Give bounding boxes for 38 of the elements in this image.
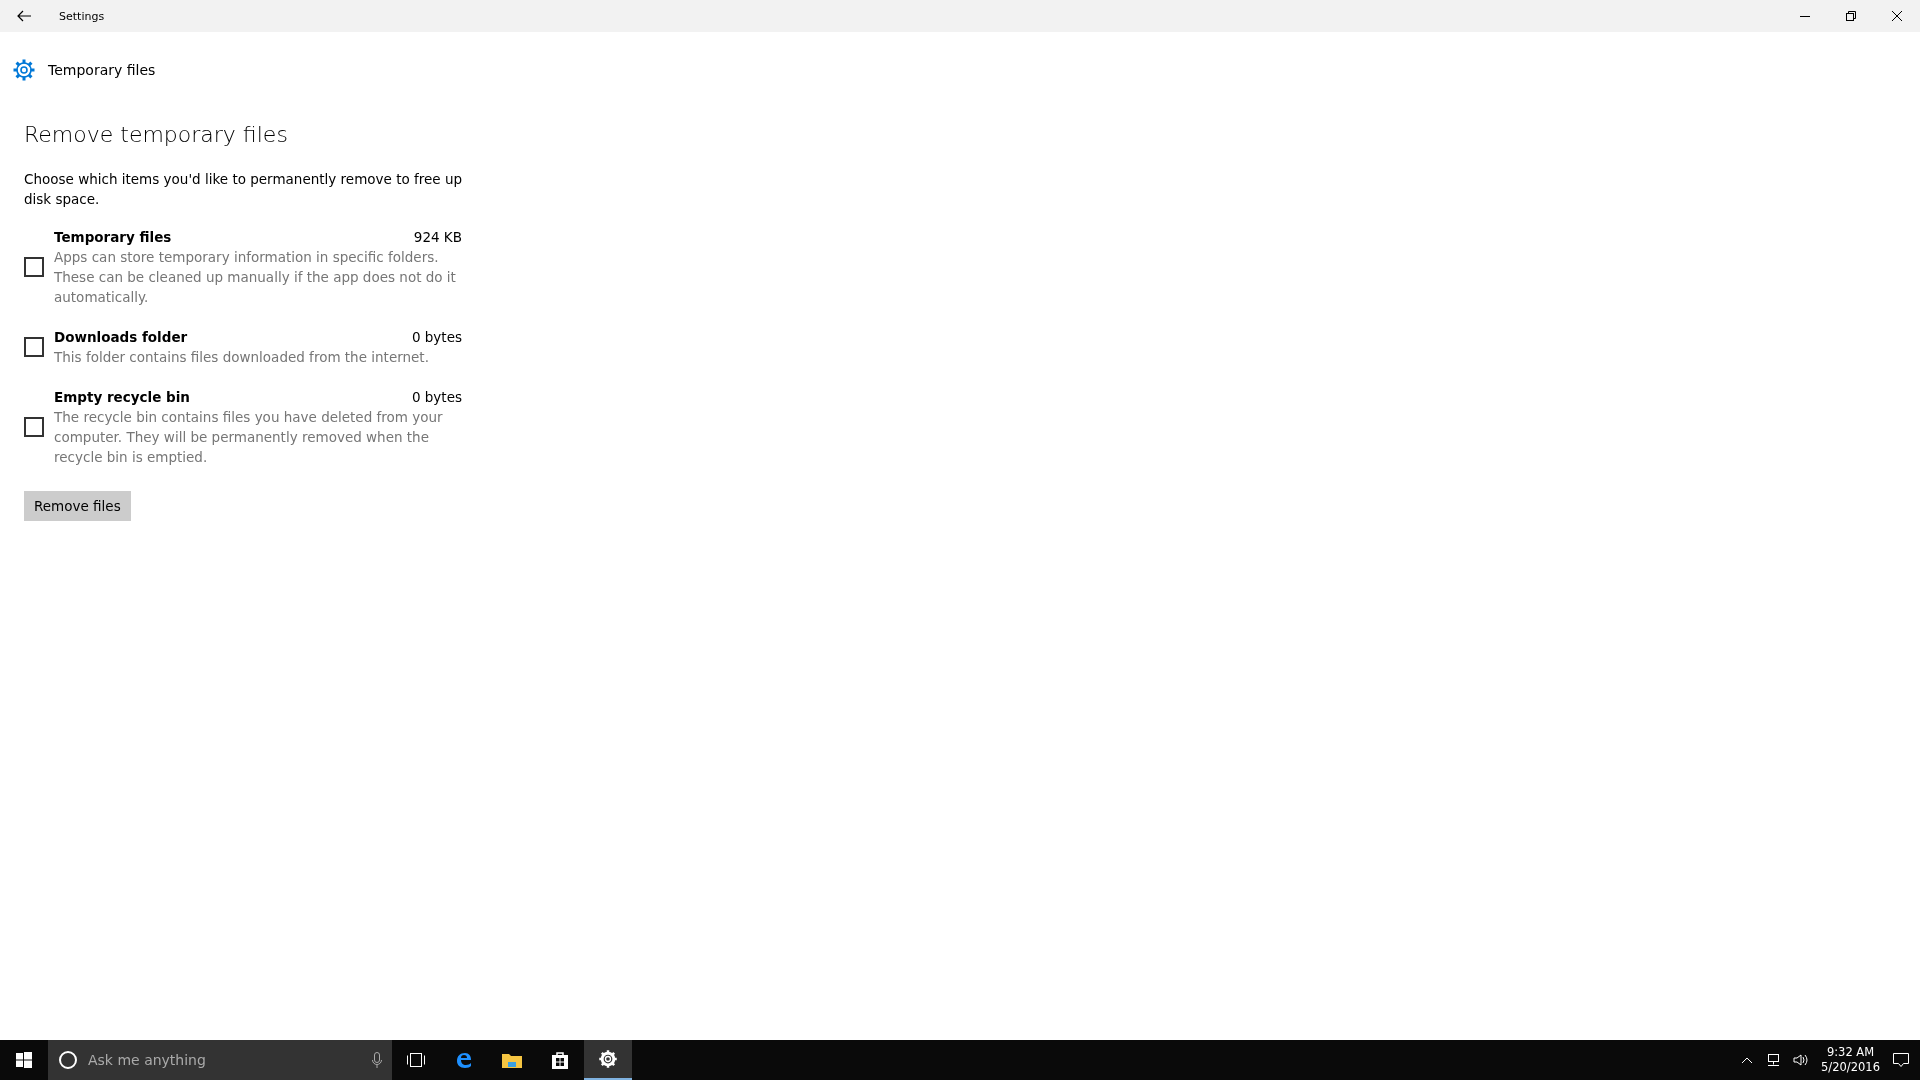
page-title: Temporary files bbox=[48, 62, 156, 78]
item-size: 924 KB bbox=[413, 228, 462, 247]
gear-icon bbox=[598, 1049, 618, 1069]
chevron-up-icon[interactable] bbox=[1741, 1056, 1754, 1064]
volume-icon[interactable] bbox=[1793, 1053, 1810, 1067]
section-heading: Remove temporary files bbox=[24, 122, 289, 147]
item-description: This folder contains files downloaded from the internet. bbox=[54, 348, 430, 367]
close-icon bbox=[1892, 11, 1902, 21]
remove-files-button[interactable]: Remove files bbox=[24, 491, 131, 521]
task-view-icon bbox=[406, 1052, 426, 1068]
item-name: Empty recycle bin bbox=[54, 388, 190, 407]
taskbar-app-button[interactable] bbox=[584, 1040, 632, 1080]
clock-time[interactable]: 9:32 AM bbox=[1826, 1045, 1875, 1060]
windows-logo-icon bbox=[16, 1052, 32, 1068]
browser-icon bbox=[454, 1050, 474, 1070]
network-icon[interactable] bbox=[1765, 1053, 1782, 1067]
checkbox[interactable] bbox=[24, 337, 44, 357]
checkbox[interactable] bbox=[24, 417, 44, 437]
window-title: Settings bbox=[59, 9, 105, 23]
gear-icon bbox=[12, 58, 36, 82]
section-description: Choose which items you'd like to permanently remove to free up disk space. bbox=[24, 170, 464, 209]
item-name: Downloads folder bbox=[54, 328, 188, 347]
item-size: 0 bytes bbox=[411, 388, 462, 407]
notifications-icon[interactable] bbox=[1892, 1052, 1910, 1068]
restore-icon bbox=[1846, 11, 1856, 21]
item-description: Apps can store temporary information in specific folders. These can be cleaned up manually if the app does not do it automatically. bbox=[54, 248, 457, 307]
item-name: Temporary files bbox=[54, 228, 172, 247]
shopping-bag-icon bbox=[550, 1050, 570, 1070]
folder-icon bbox=[501, 1051, 523, 1069]
circle-icon bbox=[58, 1050, 78, 1070]
search-box[interactable]: Ask me anything bbox=[48, 1040, 392, 1080]
checkbox[interactable] bbox=[24, 257, 44, 277]
clock-date[interactable]: 5/20/2016 bbox=[1821, 1060, 1880, 1075]
microphone-icon bbox=[372, 1052, 382, 1068]
item-size: 0 bytes bbox=[411, 328, 462, 347]
search-field[interactable]: Ask me anything bbox=[86, 1051, 364, 1069]
item-description: The recycle bin contains files you have deleted from your computer. They will be permanently removed when the recycle bin is emptied. bbox=[54, 408, 444, 467]
back-arrow-icon bbox=[17, 10, 31, 22]
